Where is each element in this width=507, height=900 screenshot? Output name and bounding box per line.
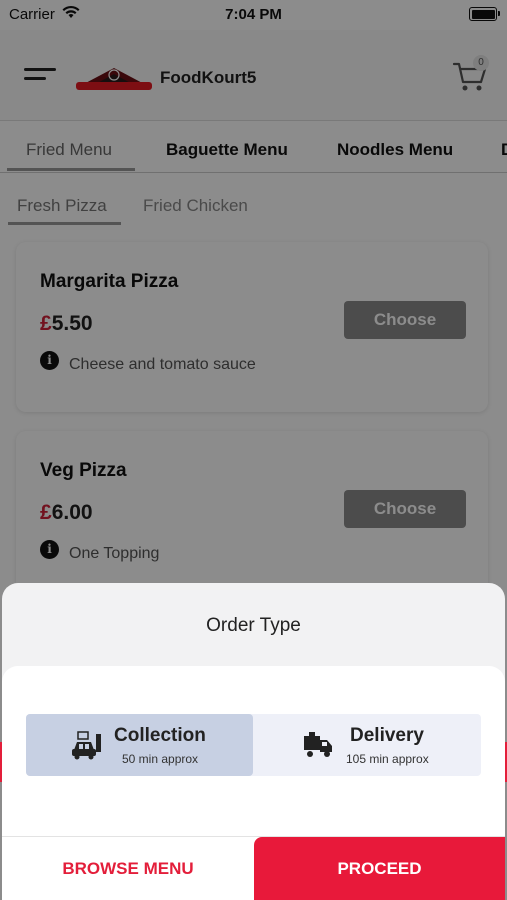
proceed-button[interactable]: PROCEED (254, 837, 505, 900)
delivery-option[interactable]: Delivery 105 min approx (254, 714, 481, 776)
sheet-body: Collection 50 min approx Delivery 105 mi… (2, 666, 505, 900)
browse-menu-button[interactable]: BROWSE MENU (2, 837, 254, 900)
order-type-sheet: Order Type Collection 50 min approx Deli… (2, 583, 505, 900)
collection-option[interactable]: Collection 50 min approx (26, 714, 253, 776)
order-type-selector: Collection 50 min approx Delivery 105 mi… (26, 714, 481, 776)
car-collection-icon (70, 730, 104, 760)
sheet-title: Order Type (206, 615, 301, 636)
collection-label: Collection (114, 725, 206, 746)
delivery-truck-icon (302, 730, 336, 760)
collection-time: 50 min approx (122, 752, 199, 766)
delivery-label: Delivery (350, 725, 424, 746)
delivery-time: 105 min approx (346, 752, 429, 766)
